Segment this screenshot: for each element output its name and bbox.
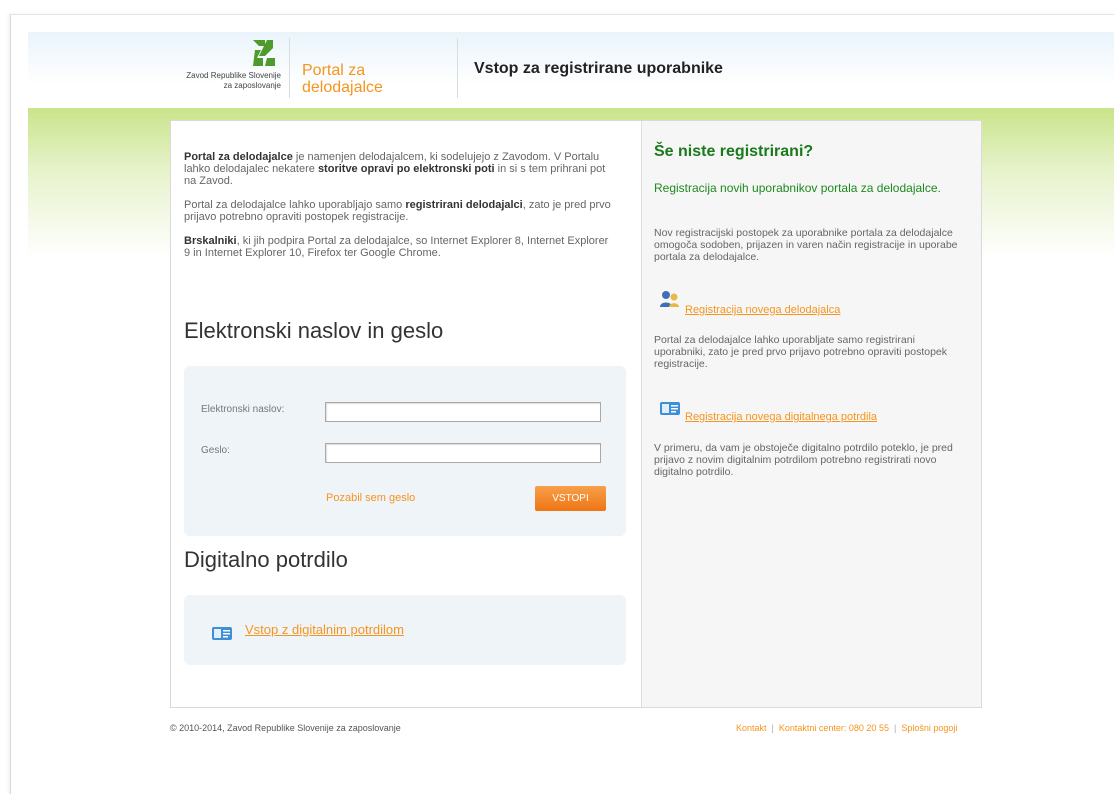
footer-contact-link[interactable]: Kontakt xyxy=(736,723,767,733)
intro-text-span: Portal za delodajalce lahko uporabljajo … xyxy=(184,199,406,211)
portal-title-line1: Portal za xyxy=(302,62,366,79)
header-divider xyxy=(289,38,290,98)
intro-bold: Portal za delodajalce xyxy=(184,151,293,163)
intro-paragraph: Portal za delodajalce je namenjen deloda… xyxy=(184,151,614,187)
email-field[interactable] xyxy=(325,402,601,422)
footer-contact-center-link[interactable]: Kontaktni center: 080 20 55 xyxy=(779,723,889,733)
footer-separator: | xyxy=(771,723,774,733)
certificate-login-link[interactable]: Vstop z digitalnim potrdilom xyxy=(245,622,404,637)
org-name-line1: Zavod Republike Slovenije xyxy=(186,71,281,80)
footer-terms-link[interactable]: Splošni pogoji xyxy=(901,723,957,733)
intro-text-span: , ki jih podpira Portal za delodajalce, … xyxy=(184,235,609,259)
certificate-section-title: Digitalno potrdilo xyxy=(184,547,348,572)
login-section-title: Elektronski naslov in geslo xyxy=(184,318,444,343)
intro-paragraph: Portal za delodajalce lahko uporabljajo … xyxy=(184,199,614,223)
portal-title[interactable]: Portal za delodajalce xyxy=(302,62,383,96)
register-certificate-link[interactable]: Registracija novega digitalnega potrdila xyxy=(685,411,877,423)
portal-title-line2: delodajalce xyxy=(302,79,383,96)
copyright: © 2010-2014, Zavod Republike Slovenije z… xyxy=(170,723,401,733)
org-name-line2: za zaposlovanje xyxy=(223,81,281,90)
register-text: V primeru, da vam je obstoječe digitalno… xyxy=(654,442,953,478)
forgot-password-link[interactable]: Pozabil sem geslo xyxy=(326,492,415,504)
certificate-icon xyxy=(660,402,680,415)
register-employer-link[interactable]: Registracija novega delodajalca xyxy=(685,304,840,316)
zavod-logo-icon xyxy=(253,40,275,66)
certificate-icon xyxy=(212,627,232,640)
org-name: Zavod Republike Slovenije za zaposlovanj… xyxy=(171,71,281,91)
login-submit-button[interactable]: VSTOPI xyxy=(535,486,606,511)
register-text: Nov registracijski postopek za uporabnik… xyxy=(654,227,958,263)
intro-bold: storitve opravi po elektronski poti xyxy=(317,163,495,175)
intro-bold: Brskalniki xyxy=(184,235,237,247)
email-label: Elektronski naslov: xyxy=(201,404,285,415)
footer-links: Kontakt | Kontaktni center: 080 20 55 | Splo… xyxy=(736,723,957,733)
intro-text: Portal za delodajalce je namenjen deloda… xyxy=(184,151,614,271)
footer-separator: | xyxy=(893,723,897,733)
users-icon xyxy=(660,291,679,307)
register-text: Portal za delodajalce lahko uporabljate … xyxy=(654,334,948,370)
password-field[interactable] xyxy=(325,443,601,463)
intro-bold: registrirani delodajalci xyxy=(405,199,523,211)
header-divider xyxy=(457,38,458,98)
password-label: Geslo: xyxy=(201,445,230,456)
intro-paragraph: Brskalniki, ki jih podpira Portal za del… xyxy=(184,235,614,259)
register-title: Še niste registrirani? xyxy=(654,143,814,160)
register-subtitle: Registracija novih uporabnikov portala z… xyxy=(654,181,941,195)
page-title: Vstop za registrirane uporabnike xyxy=(474,60,723,77)
